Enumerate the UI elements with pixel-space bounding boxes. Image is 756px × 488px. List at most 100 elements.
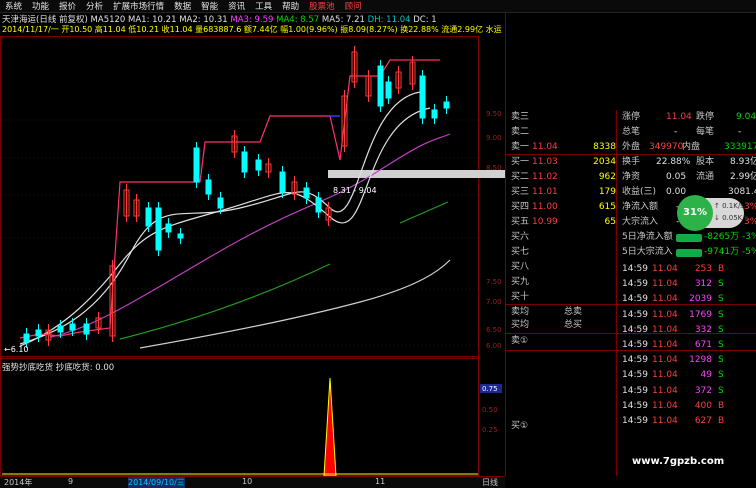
bid-level-label: 买一 [511, 157, 530, 167]
big-label: 大宗流入 [622, 217, 659, 227]
tick-price: 11.04 [652, 264, 678, 274]
tick-volume: 1769 [689, 309, 712, 320]
flow5-pct: -3% [742, 232, 756, 242]
bid-level-label: 买九 [511, 277, 530, 287]
menu-item[interactable]: 功能 [27, 0, 54, 12]
menu-item[interactable]: 分析 [81, 0, 108, 12]
memory-gauge[interactable]: 31% [677, 195, 713, 231]
tick-side: S [718, 324, 724, 335]
bid-level-label: 买七 [511, 247, 530, 257]
income-label: 收益(三) [622, 187, 657, 197]
price-axis-label: 6.50 [486, 326, 502, 334]
tick-time: 14:59 [622, 309, 648, 320]
candle-body [303, 187, 310, 199]
panel-divider [616, 110, 617, 476]
indicator-axis-label: 0.50 [482, 406, 498, 414]
tick-volume: 49 [700, 370, 712, 381]
bid-volume: 179 [598, 187, 616, 197]
bid-price[interactable]: 11.01 [532, 185, 558, 200]
tick-side: S [718, 355, 724, 366]
tick-price: 11.04 [652, 416, 678, 426]
tick-price: 11.04 [652, 324, 678, 335]
ask-price[interactable]: 11.04 [532, 140, 558, 155]
tick-price: 11.04 [652, 385, 678, 396]
candle-body [193, 147, 200, 183]
menu-item[interactable]: 数据 [169, 0, 196, 12]
tick-side: S [718, 340, 724, 350]
menu-item[interactable]: 报价 [54, 0, 81, 12]
chart-area[interactable]: 9.50 9.00 8.50 7.50 7.00 6.50 6.00 0.75 0.50 0.25… [0, 12, 505, 476]
period-label[interactable]: 日线 [482, 477, 498, 488]
ma-line [19, 59, 440, 339]
candle-body [217, 197, 224, 209]
candle-body [279, 171, 286, 193]
bid-level-label: 买八 [511, 262, 530, 272]
bid-price[interactable]: 11.03 [532, 155, 558, 170]
ma-line [399, 201, 449, 224]
quote-panel: 卖三 卖二 卖一 11.04 8338 买一 11.03 2034 买二 11.02 962 买三 11… [505, 12, 756, 476]
big5-label: 5日大宗流入 [622, 247, 673, 257]
tick-price: 11.04 [652, 355, 678, 366]
tick-volume: 627 [694, 416, 712, 426]
total-trades-value: - [674, 127, 678, 137]
ma-line [139, 259, 451, 349]
bid-price[interactable]: 11.02 [532, 170, 558, 185]
low-annotation: ←6.10 [4, 345, 29, 354]
tick-side: S [718, 294, 724, 305]
tick-side: S [718, 309, 724, 320]
candle-body [431, 109, 438, 119]
tick-time: 14:59 [622, 400, 648, 411]
bid-volume: 962 [598, 172, 616, 182]
menu-item[interactable]: 扩展市场行情 [108, 0, 169, 12]
candle-body [145, 207, 152, 227]
candle-body [315, 197, 322, 213]
tick-side: S [718, 370, 724, 381]
tick-price: 11.04 [652, 309, 678, 320]
menu-item[interactable]: 帮助 [277, 0, 304, 12]
bid-price[interactable]: 10.99 [532, 215, 558, 230]
tick-time: 14:59 [622, 279, 648, 290]
indicator-spike [323, 377, 337, 476]
bid-volume [592, 230, 616, 245]
tick-time: 14:59 [622, 264, 648, 274]
date-label: 11 [375, 477, 386, 486]
limit-down-value: 9.04 [736, 112, 756, 122]
menu-item[interactable]: 顾问 [340, 0, 367, 12]
candle-body [69, 323, 76, 331]
indicator-title: 强势抄底吃货 [2, 363, 54, 373]
menu-item[interactable]: 工具 [250, 0, 277, 12]
candle-body [255, 159, 262, 171]
ma-line [19, 91, 421, 345]
tick-time: 14:59 [622, 340, 648, 350]
indicator-pane-frame [0, 358, 479, 476]
bid-price[interactable]: 11.00 [532, 200, 558, 215]
kline-chart[interactable]: 9.509.008.507.507.006.506.000.750.500.25 [0, 12, 505, 476]
price-axis-label: 7.50 [486, 278, 502, 286]
menu-item[interactable]: 股票池 [304, 0, 340, 12]
candle-body [57, 325, 64, 333]
menu-item[interactable]: 系统 [0, 0, 27, 12]
netflow-pct: 3% [744, 202, 756, 212]
bid-level-label: 买四 [511, 202, 530, 212]
avg-label-buy-avg: 买均 [511, 320, 530, 330]
info-text: 2014/11/17/一 开10.50 高11.04 低10.21 收11.04… [2, 25, 502, 34]
menu-item[interactable]: 资讯 [223, 0, 250, 12]
bid-volume [592, 260, 616, 275]
candle-body [377, 65, 384, 107]
low-value: 6.10 [10, 345, 29, 354]
ask-volume [592, 110, 616, 125]
inner-value: 333917 [724, 142, 756, 152]
candle-body [385, 81, 392, 99]
tick-volume: 671 [694, 340, 712, 350]
date-label: 9 [68, 477, 74, 486]
tick-volume: 1298 [689, 355, 712, 366]
bid-volume: 615 [598, 202, 616, 212]
ask-level-label: 卖三 [511, 112, 530, 122]
avg-label-sell1: 卖① [511, 336, 529, 346]
menu-item[interactable]: 智能 [196, 0, 223, 12]
outer-label: 外盘 [622, 142, 641, 152]
candle-body [419, 75, 426, 119]
float-label: 流通 [696, 172, 715, 182]
candle-body [177, 233, 184, 239]
date-axis: 2014年 9 2014/09/10/三 10 11 日线 [0, 476, 505, 488]
